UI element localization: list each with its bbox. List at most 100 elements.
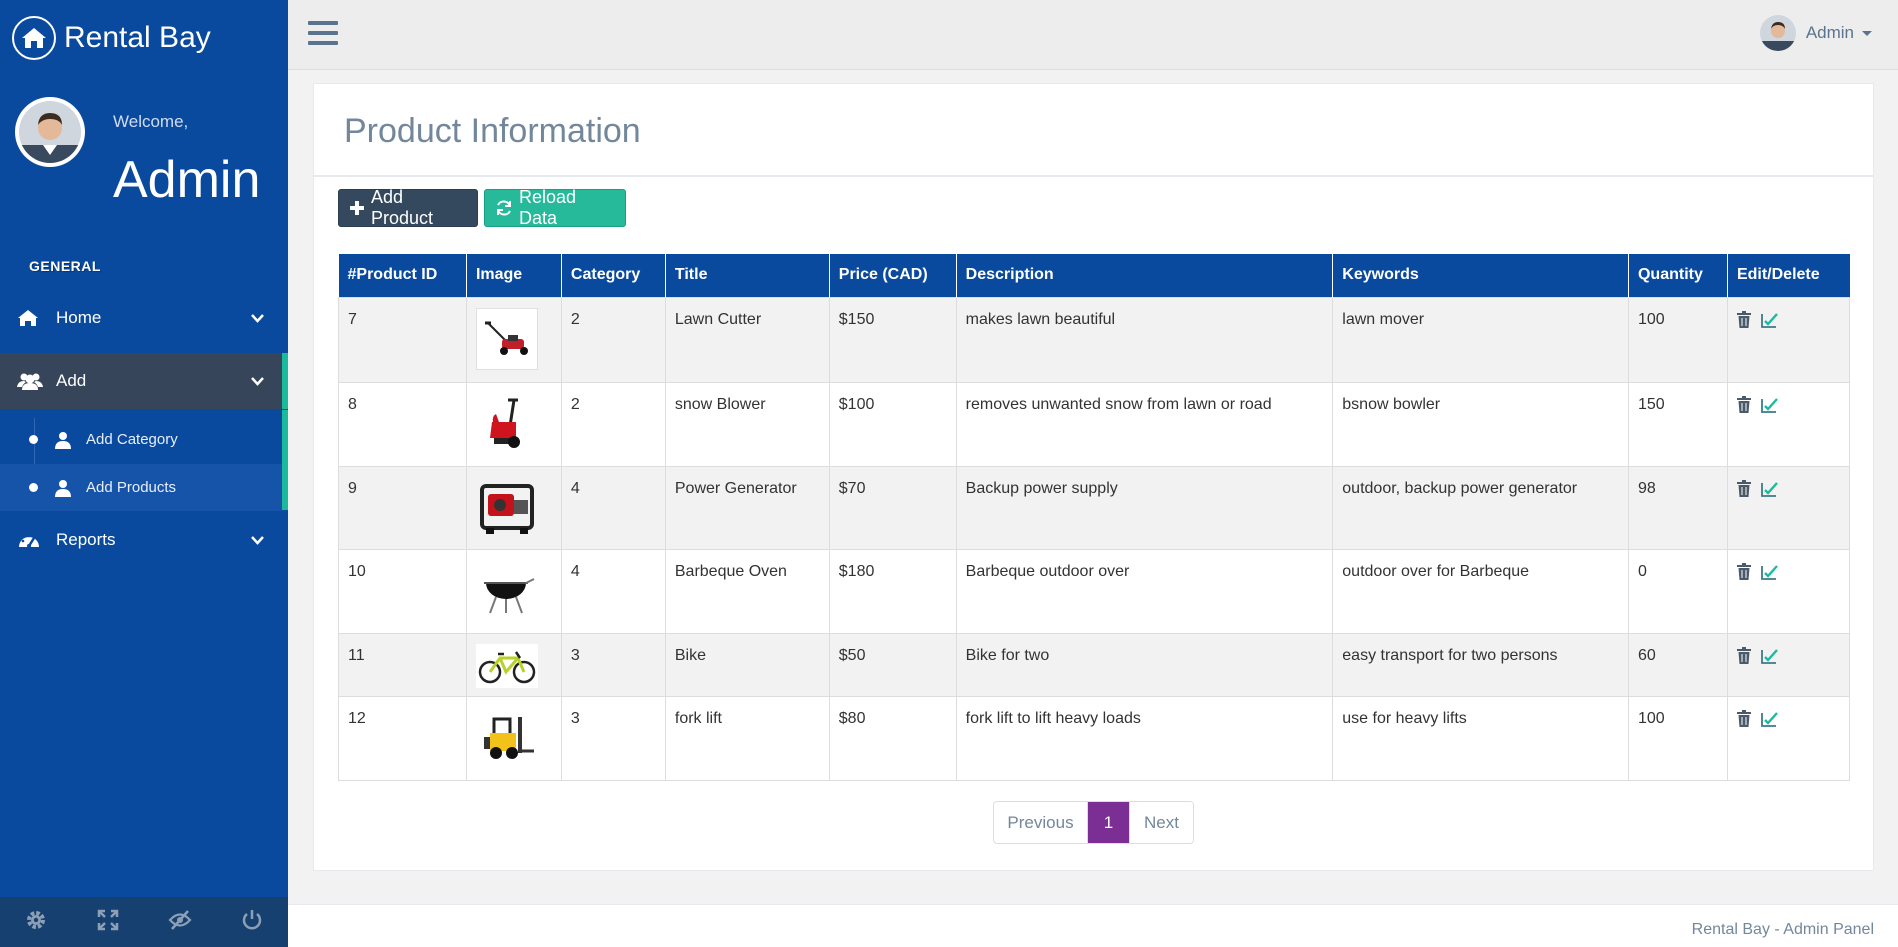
menu-toggle-icon[interactable]	[308, 21, 338, 47]
product-title: Barbeque Oven	[664, 548, 830, 634]
product-description: Backup power supply	[955, 465, 1334, 550]
column-header[interactable]: Description	[956, 254, 1334, 297]
product-description: Barbeque outdoor over	[955, 548, 1334, 634]
edit-icon[interactable]	[1761, 563, 1778, 580]
product-keywords: outdoor over for Barbeque	[1332, 548, 1629, 634]
product-id: 8	[338, 381, 467, 467]
settings-button[interactable]	[0, 897, 72, 947]
trash-icon[interactable]	[1736, 562, 1751, 580]
divider	[314, 175, 1873, 177]
column-header[interactable]: Edit/Delete	[1727, 254, 1850, 297]
table-row: 7 2 Lawn Cutter $150 makes lawn beautifu…	[338, 296, 1851, 383]
page-title: Product Information	[344, 112, 641, 150]
settings-icon	[25, 909, 47, 936]
fullscreen-icon	[97, 909, 119, 936]
product-title: fork lift	[664, 695, 830, 781]
sidebar-item-reports[interactable]: Reports	[0, 512, 288, 568]
column-header[interactable]: #Product ID	[338, 254, 467, 297]
column-header[interactable]: Quantity	[1628, 254, 1728, 297]
lawn-mower-image	[475, 307, 538, 370]
product-price: $180	[828, 548, 957, 634]
trash-icon[interactable]	[1736, 646, 1751, 664]
caret-down-icon	[1862, 30, 1872, 36]
pagination-previous[interactable]: Previous	[994, 802, 1088, 843]
footer-text: Rental Bay - Admin Panel	[1691, 921, 1874, 938]
column-header[interactable]: Keywords	[1332, 254, 1629, 297]
bullet-icon	[29, 483, 38, 492]
table-row: 8 2 snow Blower $100 removes unwanted sn…	[338, 381, 1851, 467]
product-category: 3	[560, 632, 666, 697]
pagination: Previous 1 Next	[993, 801, 1194, 844]
logout-button[interactable]	[216, 897, 288, 947]
table-header-row: #Product ID Image Category Title Price (…	[338, 254, 1850, 297]
column-header[interactable]: Image	[466, 254, 562, 297]
product-price: $100	[828, 381, 957, 467]
sidebar-item-add[interactable]: Add	[0, 353, 288, 409]
home-icon	[17, 309, 43, 327]
product-description: fork lift to lift heavy loads	[955, 695, 1334, 781]
lock-screen-button[interactable]	[144, 897, 216, 947]
table-row: 10 4 Barbeque Oven $180 Barbeque outdoor…	[338, 548, 1851, 634]
brand-link[interactable]: Rental Bay	[12, 16, 211, 60]
edit-icon[interactable]	[1761, 647, 1778, 664]
fullscreen-button[interactable]	[72, 897, 144, 947]
column-header[interactable]: Price (CAD)	[829, 254, 957, 297]
trash-icon[interactable]	[1736, 395, 1751, 413]
trash-icon[interactable]	[1736, 479, 1751, 497]
chevron-down-icon	[251, 530, 264, 550]
profile-name: Admin	[113, 151, 261, 209]
dashboard-icon	[17, 531, 43, 549]
product-quantity: 100	[1627, 695, 1728, 781]
product-price: $70	[828, 465, 957, 550]
pagination-next[interactable]: Next	[1129, 802, 1193, 843]
reload-data-button[interactable]: Reload Data	[484, 187, 626, 228]
trash-icon[interactable]	[1736, 709, 1751, 727]
product-title: snow Blower	[664, 381, 830, 467]
product-panel: Product Information Add Product Reload D…	[313, 83, 1874, 871]
column-header[interactable]: Title	[665, 254, 830, 297]
product-quantity: 60	[1627, 632, 1728, 697]
product-description: makes lawn beautiful	[955, 296, 1334, 383]
plus-icon	[349, 200, 365, 216]
edit-icon[interactable]	[1761, 480, 1778, 497]
barbeque-grill-image	[475, 559, 538, 622]
product-keywords: lawn mover	[1332, 296, 1629, 383]
product-title: Bike	[664, 632, 830, 697]
product-category: 4	[560, 465, 666, 550]
product-id: 12	[338, 695, 467, 781]
edit-icon[interactable]	[1761, 311, 1778, 328]
bullet-icon	[29, 435, 38, 444]
user-dropdown[interactable]: Admin	[1759, 15, 1872, 51]
sidebar-item-home[interactable]: Home	[0, 290, 288, 346]
edit-icon[interactable]	[1761, 710, 1778, 727]
product-id: 11	[338, 632, 467, 697]
page-footer: Rental Bay - Admin Panel	[288, 904, 1898, 947]
user-icon	[54, 431, 72, 449]
sidebar: Rental Bay Welcome, Admin GENERAL Home A…	[0, 0, 288, 947]
chevron-down-icon	[251, 308, 264, 328]
edit-icon[interactable]	[1761, 396, 1778, 413]
sidebar-item-add-category[interactable]: Add Category	[0, 416, 282, 463]
product-category: 4	[560, 548, 666, 634]
column-header[interactable]: Category	[561, 254, 666, 297]
add-product-button[interactable]: Add Product	[338, 187, 478, 228]
product-category: 2	[560, 296, 666, 383]
users-icon	[17, 371, 43, 391]
home-icon	[12, 16, 56, 60]
pagination-page-1[interactable]: 1	[1088, 802, 1129, 843]
trash-icon[interactable]	[1736, 310, 1751, 328]
product-price: $80	[828, 695, 957, 781]
refresh-icon	[495, 199, 513, 217]
product-id: 9	[338, 465, 467, 550]
product-price: $150	[828, 296, 957, 383]
snow-blower-image	[475, 392, 538, 455]
eye-slash-icon	[168, 909, 192, 936]
sidebar-item-label: Add Products	[86, 479, 177, 496]
product-keywords: outdoor, backup power generator	[1332, 465, 1629, 550]
table-row: 11 3 Bike $50 Bike for two easy transpor…	[338, 632, 1851, 697]
product-keywords: easy transport for two persons	[1332, 632, 1629, 697]
sidebar-item-add-products[interactable]: Add Products	[0, 464, 282, 511]
product-category: 2	[560, 381, 666, 467]
power-generator-image	[476, 477, 538, 539]
product-title: Power Generator	[664, 465, 830, 550]
